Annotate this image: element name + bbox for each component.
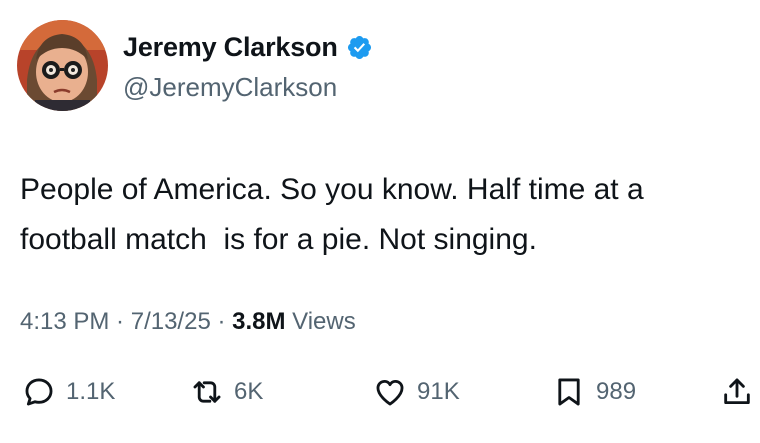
tweet-time[interactable]: 4:13 PM: [20, 308, 109, 335]
like-count: 91K: [417, 378, 460, 405]
bookmark-button[interactable]: 989: [552, 375, 636, 409]
heart-icon: [376, 379, 404, 406]
separator-dot: ·: [210, 308, 233, 335]
user-handle[interactable]: @JeremyClarkson: [123, 72, 337, 103]
share-icon: [724, 378, 750, 405]
views-label: Views: [285, 308, 356, 335]
tweet-text: People of America. So you know. Half tim…: [20, 173, 644, 256]
tweet-date[interactable]: 7/13/25: [131, 308, 211, 335]
display-name[interactable]: Jeremy Clarkson: [123, 32, 338, 63]
reply-count: 1.1K: [66, 378, 116, 405]
reply-icon: [25, 378, 53, 406]
repost-count: 6K: [234, 378, 264, 405]
repost-button[interactable]: 6K: [190, 375, 263, 409]
tweet-metadata: 4:13 PM · 7/13/25 · 3.8M Views: [20, 308, 356, 336]
repost-icon: [193, 381, 221, 403]
separator-dot: ·: [109, 308, 131, 335]
avatar[interactable]: [17, 20, 108, 111]
views-count: 3.8M: [232, 308, 286, 335]
like-button[interactable]: 91K: [373, 375, 460, 409]
share-button[interactable]: [720, 375, 754, 409]
bookmark-count: 989: [596, 378, 637, 405]
bookmark-icon: [558, 378, 580, 406]
verified-badge-icon: [347, 35, 371, 60]
action-bar: 1.1K 6K 91K 989: [0, 370, 760, 416]
reply-button[interactable]: 1.1K: [22, 375, 115, 409]
